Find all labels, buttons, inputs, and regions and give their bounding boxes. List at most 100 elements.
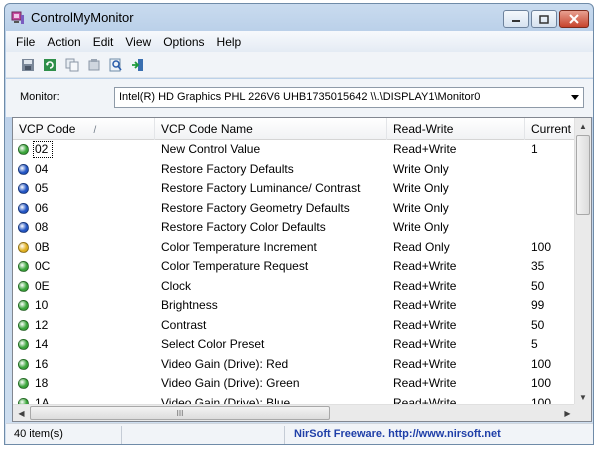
dropdown-arrow-icon[interactable] bbox=[566, 88, 583, 107]
menu-file[interactable]: File bbox=[10, 32, 41, 52]
vcp-code-cell: 10 bbox=[35, 298, 49, 312]
vertical-scroll-thumb[interactable] bbox=[576, 135, 590, 215]
save-button[interactable] bbox=[18, 55, 38, 75]
vcp-name-cell: Brightness bbox=[161, 298, 218, 312]
copy-button[interactable] bbox=[62, 55, 82, 75]
table-row[interactable]: 12 Contrast Read+Write 50 bbox=[13, 316, 576, 336]
toolbar bbox=[6, 52, 593, 78]
exit-icon bbox=[132, 58, 143, 71]
horizontal-scrollbar[interactable]: ◀ III ▶ bbox=[13, 404, 576, 421]
menu-action[interactable]: Action bbox=[41, 32, 86, 52]
column-header-vcp-code[interactable]: VCP Code / bbox=[13, 118, 155, 140]
status-blue-icon bbox=[18, 202, 29, 214]
close-button[interactable] bbox=[559, 10, 589, 28]
column-header-vcp-name[interactable]: VCP Code Name bbox=[155, 118, 387, 140]
horizontal-scroll-thumb[interactable]: III bbox=[30, 406, 330, 420]
nirsoft-link[interactable]: NirSoft Freeware. http://www.nirsoft.net bbox=[294, 428, 501, 440]
menu-bar: File Action Edit View Options Help bbox=[6, 31, 593, 52]
monitor-icon bbox=[11, 11, 24, 24]
read-write-cell: Read+Write bbox=[393, 356, 457, 371]
table-row[interactable]: 06 Restore Factory Geometry Defaults Write… bbox=[13, 199, 576, 219]
main-window: ControlMyMonitor File Action Edit View O… bbox=[4, 3, 594, 445]
vcp-name-cell: Video Gain (Drive): Red bbox=[161, 356, 289, 371]
vcp-name-cell: Color Temperature Increment bbox=[161, 239, 317, 254]
properties-button[interactable] bbox=[84, 55, 104, 75]
read-write-cell: Read+Write bbox=[393, 317, 457, 332]
title-bar[interactable]: ControlMyMonitor bbox=[5, 4, 593, 31]
table-row[interactable]: 08 Restore Factory Color Defaults Write On… bbox=[13, 218, 576, 238]
minimize-button[interactable] bbox=[503, 10, 529, 28]
menu-edit[interactable]: Edit bbox=[87, 32, 120, 52]
read-write-cell: Read+Write bbox=[393, 376, 457, 390]
sort-ascending-icon: / bbox=[93, 125, 97, 136]
table-row[interactable]: 10 Brightness Read+Write 99 bbox=[13, 296, 576, 316]
scroll-left-icon[interactable]: ◀ bbox=[13, 405, 30, 421]
status-blue-icon bbox=[18, 222, 29, 233]
vertical-scrollbar[interactable]: ▲ ▼ bbox=[574, 118, 591, 406]
scroll-up-icon[interactable]: ▲ bbox=[575, 118, 591, 135]
refresh-icon bbox=[44, 58, 56, 71]
vcp-code-cell: 18 bbox=[35, 376, 49, 390]
status-divider bbox=[284, 426, 285, 444]
read-write-cell: Write Only bbox=[393, 200, 449, 215]
vcp-code-cell: 02 bbox=[35, 142, 49, 156]
vcp-name-cell: Select Color Preset bbox=[161, 337, 265, 351]
table-row[interactable]: 0E Clock Read+Write 50 bbox=[13, 277, 576, 297]
find-icon bbox=[109, 58, 122, 71]
vcp-code-cell: 16 bbox=[35, 356, 49, 371]
status-green-icon bbox=[18, 280, 29, 292]
window-title: ControlMyMonitor bbox=[31, 10, 134, 25]
vcp-name-cell: Restore Factory Geometry Defaults bbox=[161, 200, 350, 215]
read-write-cell: Read Only bbox=[393, 239, 450, 254]
exit-button[interactable] bbox=[128, 55, 148, 75]
table-row[interactable]: 16 Video Gain (Drive): Red Read+Write 100 bbox=[13, 355, 576, 375]
column-header-label: Read-Write bbox=[393, 122, 454, 136]
vcp-code-cell: 0E bbox=[35, 278, 50, 293]
vcp-name-cell: Restore Factory Color Defaults bbox=[161, 220, 326, 234]
status-green-icon bbox=[18, 300, 29, 311]
maximize-button[interactable] bbox=[531, 10, 557, 28]
minimize-icon bbox=[512, 20, 520, 22]
vcp-list[interactable]: VCP Code / VCP Code Name Read-Write Curre… bbox=[12, 117, 592, 422]
table-row[interactable]: 0C Color Temperature Request Read+Write 35 bbox=[13, 257, 576, 277]
monitor-label: Monitor: bbox=[20, 91, 60, 103]
table-row[interactable]: 05 Restore Factory Luminance/ Contrast Wri… bbox=[13, 179, 576, 199]
vcp-name-cell: New Control Value bbox=[161, 142, 261, 156]
read-write-cell: Write Only bbox=[393, 181, 449, 195]
vcp-name-cell: Video Gain (Drive): Green bbox=[161, 376, 300, 390]
table-row[interactable]: 14 Select Color Preset Read+Write 5 bbox=[13, 335, 576, 355]
monitor-dropdown[interactable]: Intel(R) HD Graphics PHL 226V6 UHB173501… bbox=[114, 87, 584, 108]
find-button[interactable] bbox=[106, 55, 126, 75]
read-write-cell: Write Only bbox=[393, 220, 449, 234]
menu-options[interactable]: Options bbox=[157, 32, 210, 52]
menu-view[interactable]: View bbox=[119, 32, 157, 52]
vcp-code-cell: 05 bbox=[35, 181, 49, 195]
status-divider bbox=[121, 426, 122, 444]
scroll-grip-icon: III bbox=[176, 408, 184, 418]
vcp-code-cell: 06 bbox=[35, 200, 49, 215]
table-row[interactable]: 04 Restore Factory Defaults Write Only bbox=[13, 160, 576, 180]
vcp-code-cell: 0C bbox=[35, 259, 51, 273]
vcp-code-cell: 04 bbox=[35, 161, 49, 176]
column-header-read-write[interactable]: Read-Write bbox=[387, 118, 525, 140]
refresh-button[interactable] bbox=[40, 55, 60, 75]
vcp-code-cell: 0B bbox=[35, 239, 50, 254]
table-row[interactable]: 0B Color Temperature Increment Read Only 10… bbox=[13, 238, 576, 258]
read-write-cell: Read+Write bbox=[393, 142, 457, 156]
vcp-code-cell: 14 bbox=[35, 337, 49, 351]
status-green-icon bbox=[18, 378, 29, 389]
vcp-name-cell: Restore Factory Defaults bbox=[161, 161, 294, 176]
status-bar: 40 item(s) NirSoft Freeware. http://www.… bbox=[6, 423, 593, 444]
save-icon bbox=[22, 58, 34, 71]
read-write-cell: Read+Write bbox=[393, 337, 457, 351]
read-write-cell: Read+Write bbox=[393, 259, 457, 273]
read-write-cell: Read+Write bbox=[393, 278, 457, 293]
menu-help[interactable]: Help bbox=[211, 32, 248, 52]
status-green-icon bbox=[18, 358, 29, 370]
scroll-corner bbox=[574, 404, 591, 421]
vcp-name-cell: Contrast bbox=[161, 317, 207, 332]
vcp-code-cell: 08 bbox=[35, 220, 49, 234]
table-row[interactable]: 18 Video Gain (Drive): Green Read+Write 100 bbox=[13, 374, 576, 394]
status-green-icon bbox=[18, 144, 29, 155]
table-row[interactable]: 02 New Control Value Read+Write 1 bbox=[13, 140, 576, 160]
